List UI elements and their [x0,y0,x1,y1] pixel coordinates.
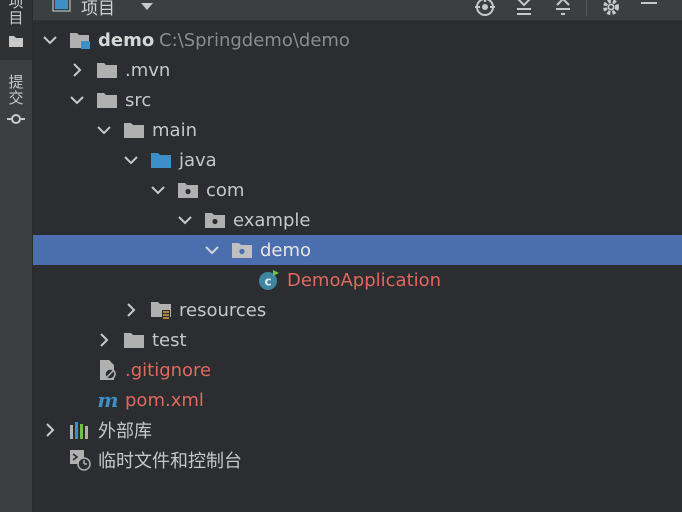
project-toolbar: 项目 [33,0,682,21]
chevron-down-icon[interactable] [150,182,166,198]
project-view-title[interactable]: 项目 [81,0,115,19]
tree-row-scratches[interactable]: 临时文件和控制台 [33,445,682,475]
tree-row-mvn[interactable]: .mvn [33,55,682,85]
chevron-down-icon[interactable] [177,212,193,228]
tree-label: 临时文件和控制台 [98,451,242,472]
tree-row-test[interactable]: test [33,325,682,355]
tree-label: java [179,149,217,171]
project-tab-label: 项目 [6,0,25,26]
tree-row-java[interactable]: java [33,145,682,175]
chevron-down-icon[interactable] [69,92,85,108]
maven-icon: m [96,389,118,411]
minimize-icon[interactable] [637,0,661,18]
package-icon [177,179,199,201]
tree-label: .mvn [125,59,171,81]
chevron-right-icon[interactable] [96,332,112,348]
tree-label: src [125,89,152,111]
folder-icon [96,59,118,81]
folder-icon [123,119,145,141]
tree-label: .gitignore [125,359,212,381]
expand-all-icon[interactable] [512,0,536,18]
tree-label: demo [98,29,155,51]
collapse-all-icon[interactable] [551,0,575,18]
tree-row-gitignore[interactable]: .gitignore [33,355,682,385]
tree-row-example[interactable]: example [33,205,682,235]
resources-folder-icon [150,299,172,321]
tree-row-external-libraries[interactable]: 外部库 [33,415,682,445]
project-tool-tab[interactable]: 项目 [0,0,32,60]
svg-text:c: c [264,275,271,289]
chevron-down-icon[interactable] [96,122,112,138]
chevron-right-icon[interactable] [69,62,85,78]
module-path: C:\Springdemo\demo [159,29,350,51]
chevron-down-icon[interactable] [204,242,220,258]
toolbar-divider [586,0,587,16]
folder-icon [96,89,118,111]
tree-row-resources[interactable]: resources [33,295,682,325]
tree-label: DemoApplication [287,269,442,291]
commit-tool-tab[interactable]: 提交 [0,74,32,140]
settings-gear-icon[interactable] [599,0,623,18]
tree-label: example [233,209,311,231]
spring-class-icon: c [258,269,280,291]
package-icon [231,239,253,261]
tree-label: test [152,329,187,351]
module-folder-icon [69,29,91,51]
tree-row-demo-root[interactable]: demo C:\Springdemo\demo [33,25,682,55]
scratches-icon [69,449,91,471]
ignored-file-icon [96,359,118,381]
dropdown-arrow-icon[interactable] [135,0,159,18]
svg-text:m: m [97,390,118,410]
commit-tab-label: 提交 [6,74,25,106]
chevron-down-icon[interactable] [42,32,58,48]
tree-row-com[interactable]: com [33,175,682,205]
tree-label: demo [260,239,312,261]
folder-icon [9,36,23,47]
chevron-right-icon[interactable] [42,422,58,438]
tree-label: com [206,179,245,201]
tree-row-pom[interactable]: m pom.xml [33,385,682,415]
tree-row-demo-application[interactable]: c DemoApplication [33,265,682,295]
tree-label: main [152,119,197,141]
chevron-right-icon[interactable] [123,302,139,318]
tree-label: pom.xml [125,389,204,411]
tree-row-demo-package[interactable]: demo [33,235,682,265]
commit-icon [7,114,25,124]
chevron-down-icon[interactable] [123,152,139,168]
library-icon [69,419,91,441]
folder-icon [123,329,145,351]
tree-row-main[interactable]: main [33,115,682,145]
locate-icon[interactable] [473,0,497,18]
folder-icon [52,0,71,12]
tool-window-strip: 项目 提交 [0,0,33,512]
tree-row-src[interactable]: src [33,85,682,115]
package-icon [204,209,226,231]
tree-label: resources [179,299,267,321]
tree-label: 外部库 [98,421,152,442]
source-folder-icon [150,149,172,171]
